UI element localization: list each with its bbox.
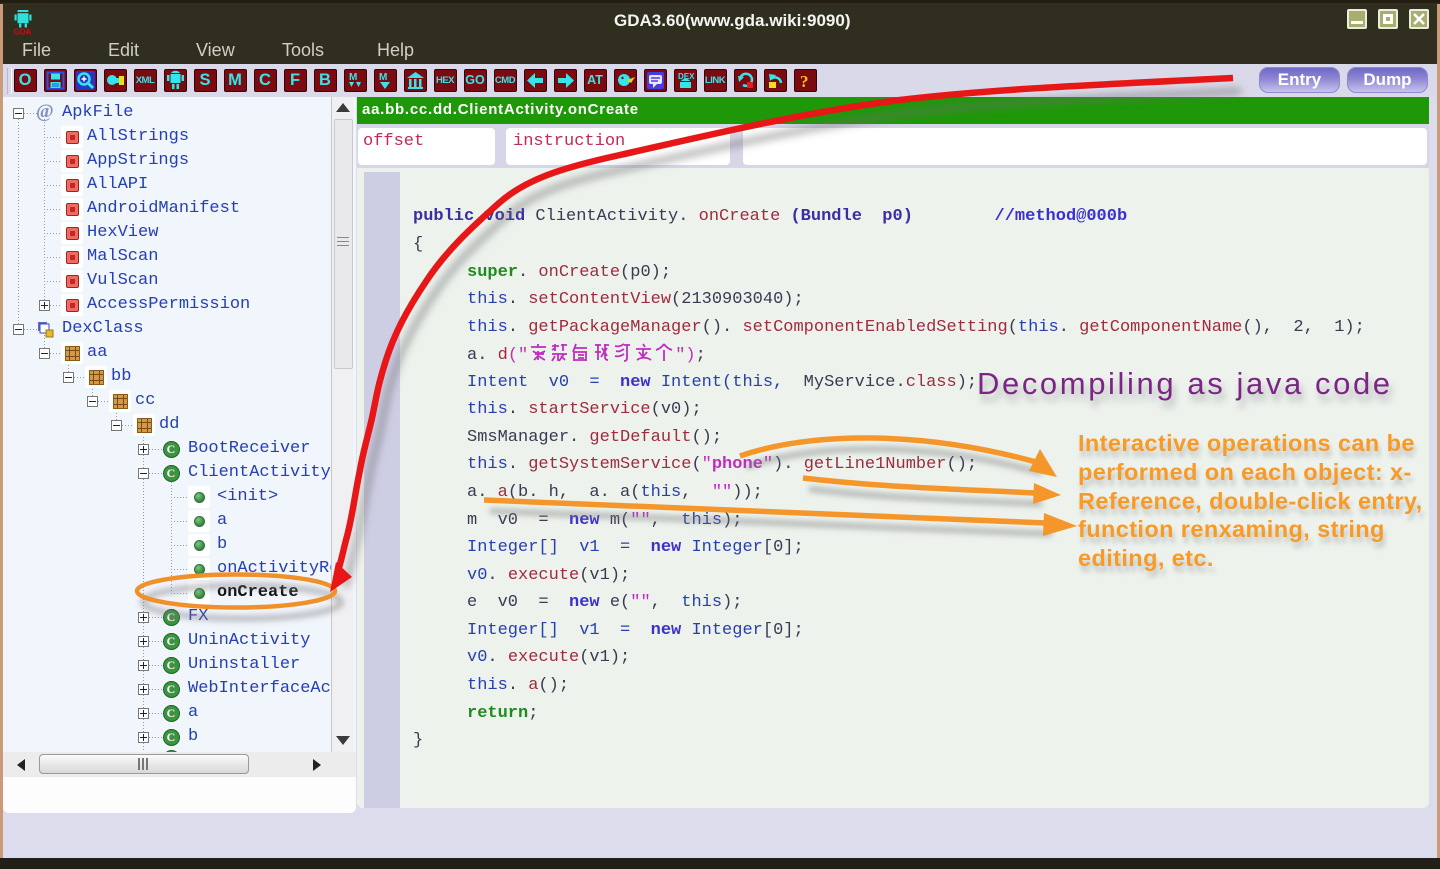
svg-text:?: ? [800,72,809,91]
svg-text:GDA: GDA [14,28,32,36]
svg-text:M: M [379,72,387,83]
svg-text:M: M [349,72,357,83]
